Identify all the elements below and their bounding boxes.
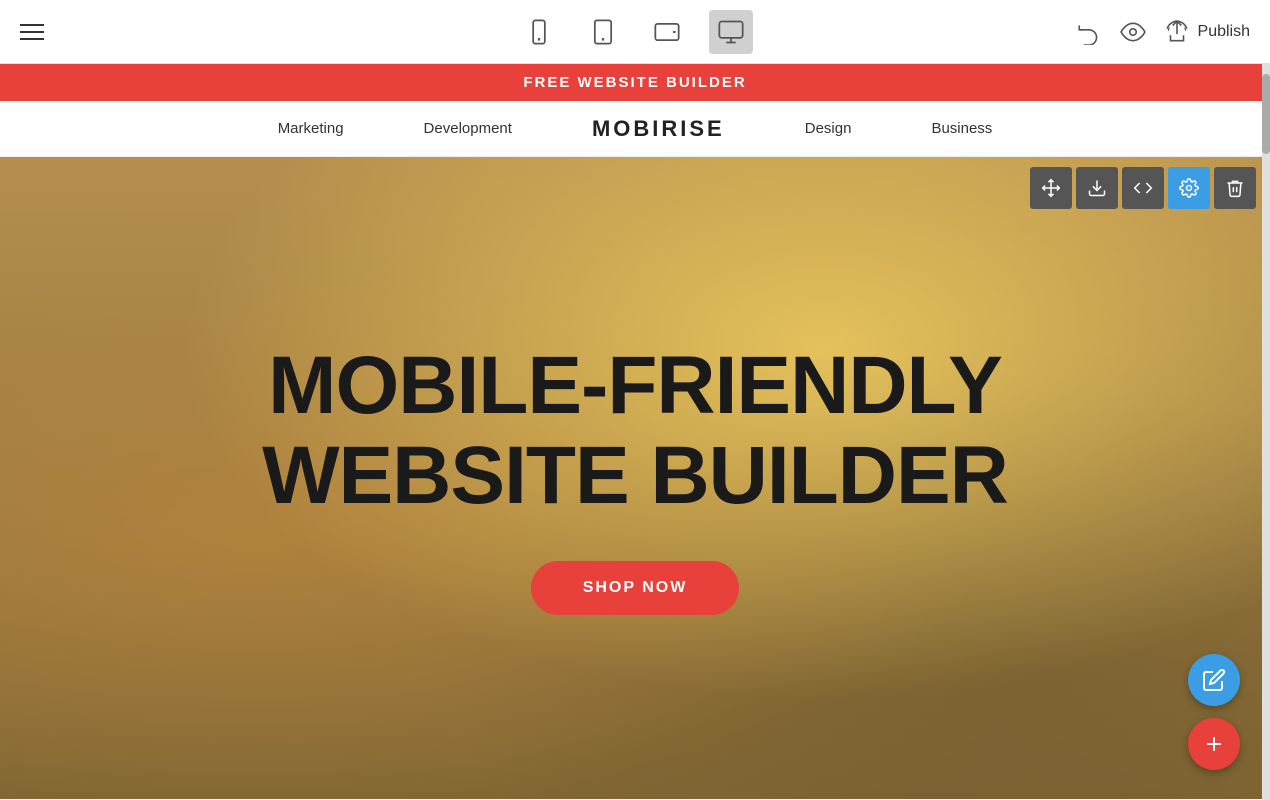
hero-title-line1: MOBILE-FRIENDLY [268, 340, 1002, 431]
trash-icon [1225, 178, 1245, 198]
block-move-button[interactable] [1030, 167, 1072, 209]
undo-button[interactable] [1076, 19, 1102, 45]
hero-title-line2: WEBSITE BUILDER [262, 430, 1008, 521]
scrollbar-thumb [1262, 74, 1270, 154]
add-block-fab-button[interactable] [1188, 718, 1240, 770]
tablet-landscape-view-button[interactable] [645, 10, 689, 54]
tablet-view-button[interactable] [581, 10, 625, 54]
eye-icon [1120, 19, 1146, 45]
hero-section: MOBILE-FRIENDLY WEBSITE BUILDER SHOP NOW [0, 157, 1270, 799]
plus-icon [1202, 732, 1226, 756]
shop-now-button[interactable]: SHOP NOW [531, 561, 740, 615]
move-icon [1041, 178, 1061, 198]
toolbar-left [20, 24, 44, 40]
nav-link-business[interactable]: Business [931, 120, 992, 137]
scrollbar[interactable] [1262, 64, 1270, 800]
hamburger-menu-button[interactable] [20, 24, 44, 40]
device-switcher [517, 10, 753, 54]
fab-container [1188, 654, 1240, 770]
content-area: FREE WEBSITE BUILDER Marketing Developme… [0, 64, 1270, 800]
code-icon [1133, 178, 1153, 198]
gear-icon [1179, 178, 1199, 198]
tablet-landscape-icon [653, 18, 681, 46]
publish-label: Publish [1198, 23, 1250, 41]
top-toolbar: Publish [0, 0, 1270, 64]
block-controls [1030, 167, 1256, 209]
desktop-icon [717, 18, 745, 46]
nav-link-design[interactable]: Design [805, 120, 852, 137]
desktop-view-button[interactable] [709, 10, 753, 54]
pencil-icon [1202, 668, 1226, 692]
mobile-icon [525, 18, 553, 46]
publish-icon [1164, 19, 1190, 45]
navigation-bar: Marketing Development MOBIRISE Design Bu… [0, 101, 1270, 157]
block-delete-button[interactable] [1214, 167, 1256, 209]
publish-button[interactable]: Publish [1164, 19, 1250, 45]
block-settings-button[interactable] [1168, 167, 1210, 209]
toolbar-right: Publish [1076, 19, 1250, 45]
block-code-button[interactable] [1122, 167, 1164, 209]
hamburger-icon [20, 24, 44, 40]
free-website-builder-banner: FREE WEBSITE BUILDER [0, 64, 1270, 101]
nav-link-marketing[interactable]: Marketing [278, 120, 344, 137]
nav-logo: MOBIRISE [592, 116, 725, 142]
hero-content: MOBILE-FRIENDLY WEBSITE BUILDER SHOP NOW [0, 157, 1270, 799]
nav-link-development[interactable]: Development [424, 120, 512, 137]
download-icon [1087, 178, 1107, 198]
block-save-button[interactable] [1076, 167, 1118, 209]
hero-title: MOBILE-FRIENDLY WEBSITE BUILDER [262, 341, 1008, 521]
tablet-icon [589, 18, 617, 46]
preview-button[interactable] [1120, 19, 1146, 45]
banner-text: FREE WEBSITE BUILDER [523, 74, 746, 91]
edit-fab-button[interactable] [1188, 654, 1240, 706]
undo-icon [1076, 19, 1102, 45]
mobile-view-button[interactable] [517, 10, 561, 54]
